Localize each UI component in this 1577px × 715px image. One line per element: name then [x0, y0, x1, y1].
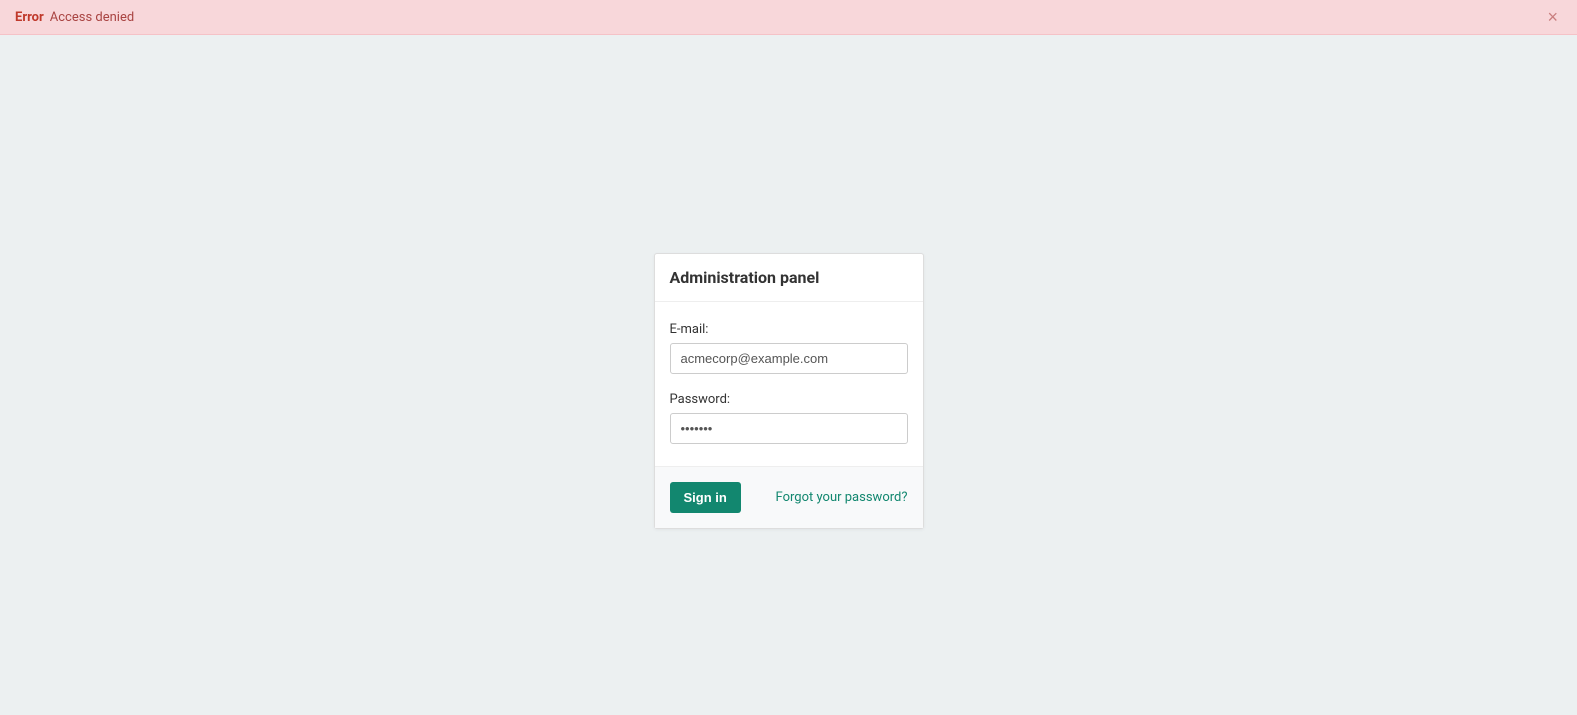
signin-button[interactable]: Sign in	[670, 482, 741, 513]
password-field[interactable]	[670, 413, 908, 444]
password-group: Password:	[670, 392, 908, 444]
email-label: E-mail:	[670, 322, 908, 337]
panel-footer: Sign in Forgot your password?	[655, 466, 923, 528]
alert-message: Access denied	[50, 10, 134, 25]
alert-title: Error	[15, 10, 44, 25]
panel-header: Administration panel	[655, 254, 923, 302]
forgot-password-link[interactable]: Forgot your password?	[776, 490, 908, 505]
email-field[interactable]	[670, 343, 908, 374]
panel-body: E-mail: Password:	[655, 302, 923, 466]
close-icon[interactable]: ×	[1543, 8, 1562, 26]
panel-title: Administration panel	[670, 268, 908, 287]
email-group: E-mail:	[670, 322, 908, 374]
error-alert: Error Access denied ×	[0, 0, 1577, 35]
login-panel: Administration panel E-mail: Password: S…	[654, 253, 924, 529]
alert-content: Error Access denied	[15, 10, 134, 25]
password-label: Password:	[670, 392, 908, 407]
